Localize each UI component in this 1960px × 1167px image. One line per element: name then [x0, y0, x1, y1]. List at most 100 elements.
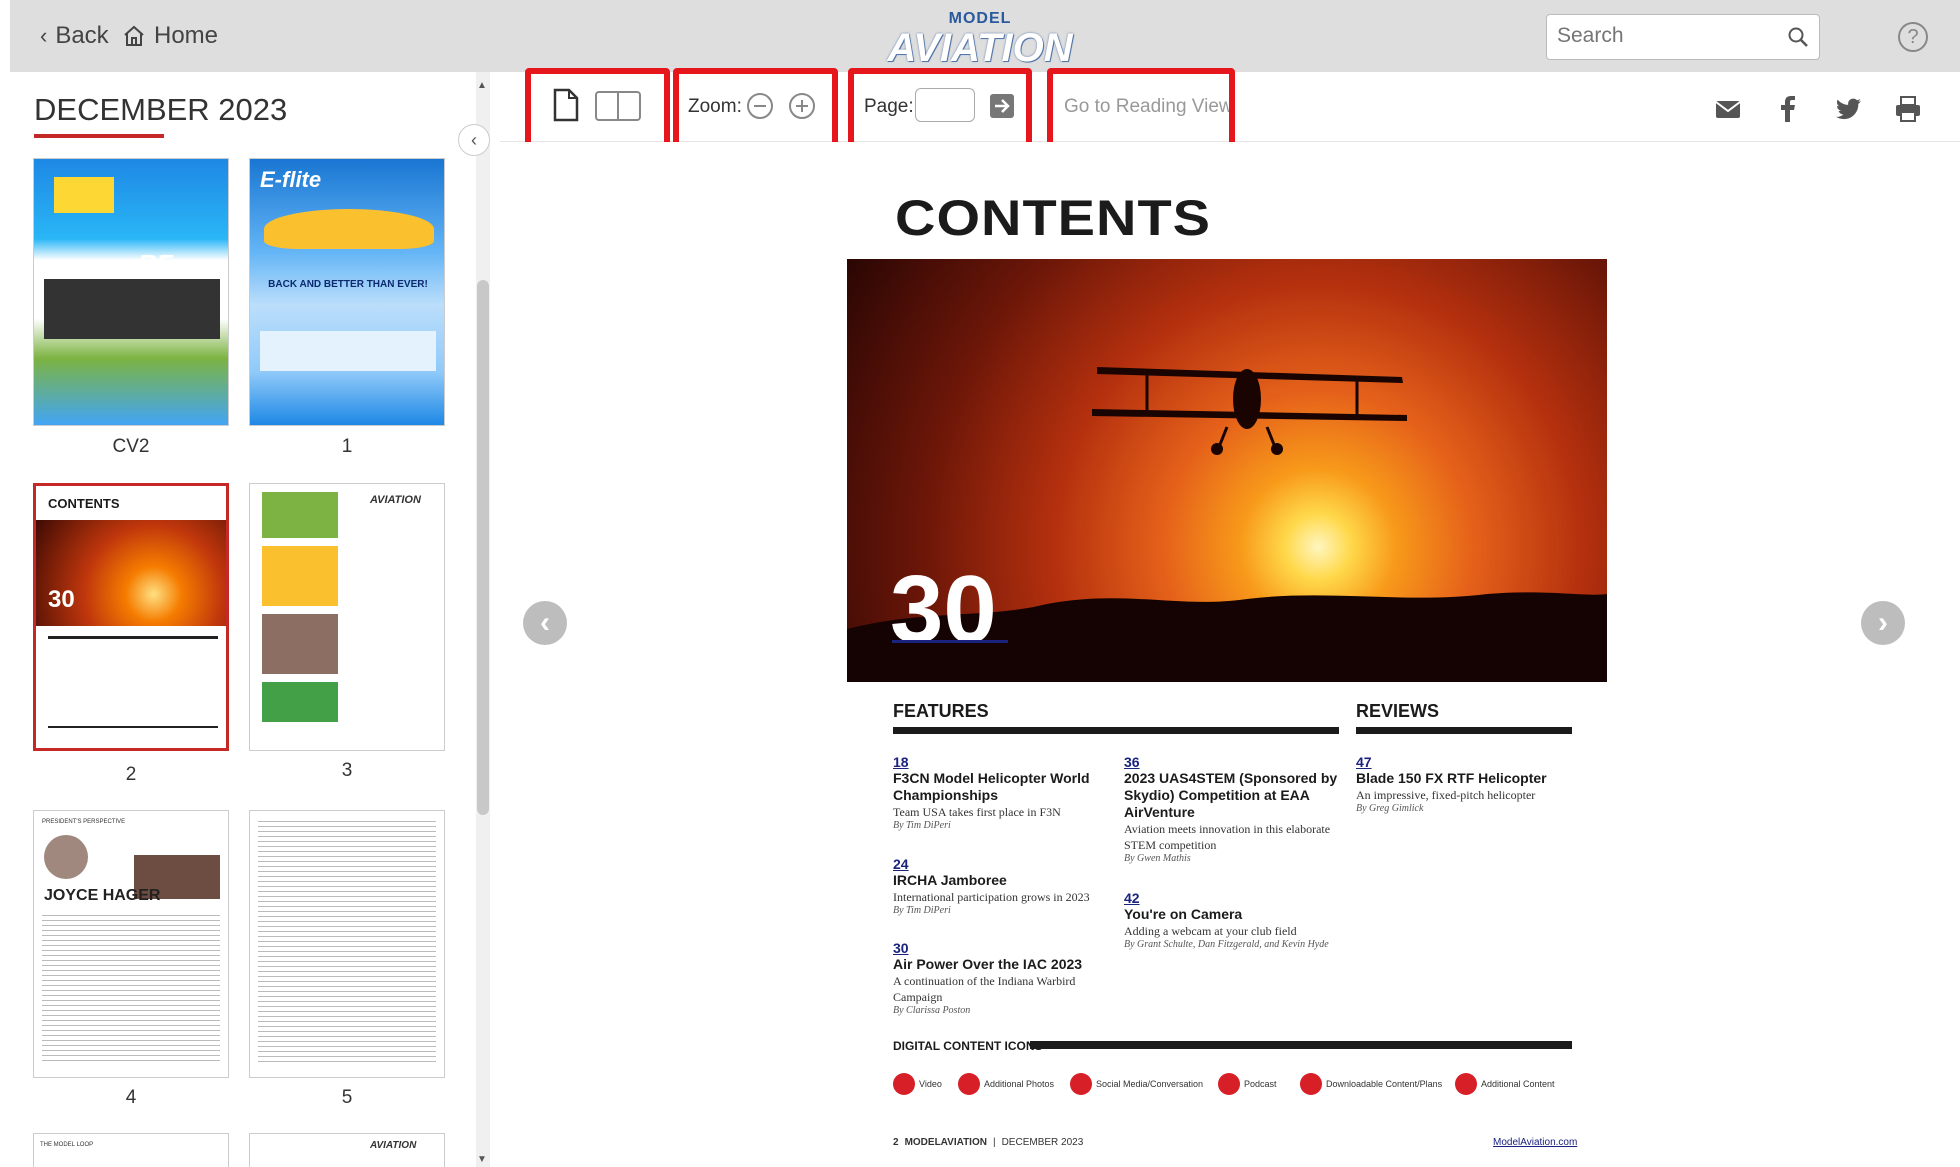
- search-input[interactable]: [1557, 15, 1777, 57]
- thumb-decor: [258, 821, 436, 1065]
- dci-social-media: Social Media/Conversation: [1070, 1073, 1203, 1095]
- page-thumbnail-5[interactable]: [249, 810, 445, 1078]
- video-icon: [893, 1073, 915, 1095]
- back-button[interactable]: ‹ Back: [40, 22, 109, 50]
- thumb-decor: [44, 279, 220, 339]
- twitter-icon[interactable]: [1833, 94, 1863, 124]
- footer-issue: DECEMBER 2023: [1001, 1137, 1084, 1148]
- chat-icon: [1070, 1073, 1092, 1095]
- thumb-caption: E-flite: [260, 167, 322, 192]
- article-description: An impressive, fixed-pitch helicopter: [1356, 788, 1536, 802]
- article-entry[interactable]: 18 F3CN Model Helicopter World Champions…: [893, 754, 1113, 831]
- dci-label: Social Media/Conversation: [1096, 1079, 1204, 1089]
- thumb-caption: AVIATION: [370, 494, 421, 506]
- article-page-number[interactable]: 18: [893, 754, 1113, 770]
- thumb-decor: [54, 177, 114, 213]
- thumb-caption: JOYCE HAGER: [44, 887, 161, 904]
- article-description: Team USA takes first place in F3N: [893, 805, 1061, 819]
- article-byline: By Gwen Mathis: [1124, 853, 1191, 864]
- chevron-left-icon: ‹: [540, 606, 550, 639]
- search-icon[interactable]: [1787, 26, 1809, 48]
- page-thumbnail-4[interactable]: PRESIDENT'S PERSPECTIVE JOYCE HAGER: [33, 810, 229, 1078]
- page-thumbnail-3[interactable]: AVIATION: [249, 483, 445, 751]
- article-page-number[interactable]: 42: [1124, 890, 1339, 906]
- back-label: Back: [55, 22, 109, 49]
- features-heading: FEATURES: [893, 701, 989, 721]
- search-box[interactable]: [1546, 14, 1820, 60]
- article-page-number[interactable]: 30: [893, 940, 1113, 956]
- thumb-label-2: 2: [125, 764, 137, 785]
- article-entry[interactable]: 42 You're on Camera Adding a webcam at y…: [1124, 890, 1339, 950]
- thumb-caption: CONTENTS: [48, 496, 120, 511]
- scroll-down-icon[interactable]: ▼: [477, 1154, 487, 1165]
- thumb-decor: [48, 636, 218, 639]
- article-entry[interactable]: 47 Blade 150 FX RTF Helicopter An impres…: [1356, 754, 1572, 814]
- article-page-number[interactable]: 36: [1124, 754, 1339, 770]
- hero-page-number: 30: [890, 556, 997, 663]
- thumb-decor: [262, 682, 338, 722]
- thumb-caption: THE MODEL LOOP: [40, 1142, 94, 1148]
- thumb-decor: [44, 835, 88, 879]
- dci-label: Downloadable Content/Plans: [1326, 1079, 1443, 1089]
- article-title: Air Power Over the IAC 2023: [893, 956, 1083, 972]
- thumb-label-cv2: CV2: [112, 436, 150, 457]
- magazine-footer: 2 MODELAVIATION | DECEMBER 2023: [893, 1137, 1083, 1148]
- page-thumbnail-6[interactable]: THE MODEL LOOP: [33, 1133, 229, 1167]
- dci-video: Video: [893, 1073, 942, 1095]
- chevron-left-icon: ‹: [40, 23, 48, 48]
- model-aviation-logo[interactable]: MODEL AVIATION: [880, 10, 1080, 70]
- article-entry[interactable]: 36 2023 UAS4STEM (Sponsored by Skydio) C…: [1124, 754, 1339, 864]
- thumb-caption: AVIATION: [370, 1140, 417, 1151]
- article-title: 2023 UAS4STEM (Sponsored by Skydio) Comp…: [1124, 770, 1338, 820]
- issue-title-underline: [34, 134, 164, 138]
- facebook-icon[interactable]: [1773, 94, 1803, 124]
- dci-additional-content: Additional Content: [1455, 1073, 1555, 1095]
- article-title: F3CN Model Helicopter World Championship…: [893, 770, 1090, 803]
- page-thumbnail-7[interactable]: AVIATION: [249, 1133, 445, 1167]
- print-icon[interactable]: [1893, 94, 1923, 124]
- footer-website-link[interactable]: ModelAviation.com: [1493, 1137, 1577, 1148]
- chevron-right-icon: ›: [1878, 606, 1888, 639]
- dci-label: Additional Photos: [984, 1079, 1055, 1089]
- collapse-sidebar-button[interactable]: ‹: [458, 124, 490, 156]
- home-button[interactable]: Home: [122, 22, 218, 50]
- page-thumbnail-1[interactable]: E-flite BACK AND BETTER THAN EVER!: [249, 158, 445, 426]
- thumb-headline: BACK AND BETTER THAN EVER!: [268, 279, 428, 290]
- article-page-number[interactable]: 24: [893, 856, 1123, 872]
- footer-separator: |: [992, 1137, 996, 1148]
- article-description: A continuation of the Indiana Warbird Ca…: [893, 974, 1076, 1004]
- article-title: IRCHA Jamboree: [893, 872, 1007, 888]
- scroll-up-icon[interactable]: ▲: [477, 80, 487, 91]
- article-description: Adding a webcam at your club field: [1124, 924, 1297, 938]
- article-entry[interactable]: 30 Air Power Over the IAC 2023 A continu…: [893, 940, 1113, 1016]
- camera-icon: [958, 1073, 980, 1095]
- footer-brand: MODELAVIATION: [904, 1137, 987, 1148]
- reviews-divider: [1356, 727, 1572, 734]
- page-thumbnail-2[interactable]: CONTENTS 30: [33, 483, 229, 751]
- thumb-decor: [262, 614, 338, 674]
- thumb-decor: [264, 209, 434, 249]
- page-thumbnail-cv2[interactable]: RF: [33, 158, 229, 426]
- next-page-button[interactable]: ›: [1861, 601, 1905, 645]
- article-entry[interactable]: 24 IRCHA Jamboree International particip…: [893, 856, 1123, 916]
- thumb-decor: [48, 726, 218, 728]
- thumb-decor: [262, 546, 338, 606]
- thumb-decor: [262, 492, 338, 538]
- article-byline: By Clarissa Poston: [893, 1005, 971, 1016]
- article-byline: By Tim DiPeri: [893, 820, 951, 831]
- thumb-label-3: 3: [341, 760, 353, 781]
- issue-title: DECEMBER 2023: [34, 92, 288, 127]
- article-page-number[interactable]: 47: [1356, 754, 1572, 770]
- thumb-decor: [260, 331, 436, 371]
- hero-number-underline: [892, 640, 1008, 643]
- previous-page-button[interactable]: ‹: [523, 601, 567, 645]
- dci-label: Additional Content: [1481, 1079, 1555, 1089]
- contents-title: CONTENTS: [895, 189, 1211, 246]
- chevron-left-icon: ‹: [471, 129, 477, 150]
- article-description: International participation grows in 202…: [893, 890, 1090, 904]
- dci-additional-photos: Additional Photos: [958, 1073, 1054, 1095]
- sidebar-scrollbar-thumb[interactable]: [477, 280, 489, 815]
- logo-main-text: AVIATION: [887, 26, 1073, 70]
- email-icon[interactable]: [1713, 94, 1743, 124]
- help-icon[interactable]: ?: [1898, 22, 1928, 52]
